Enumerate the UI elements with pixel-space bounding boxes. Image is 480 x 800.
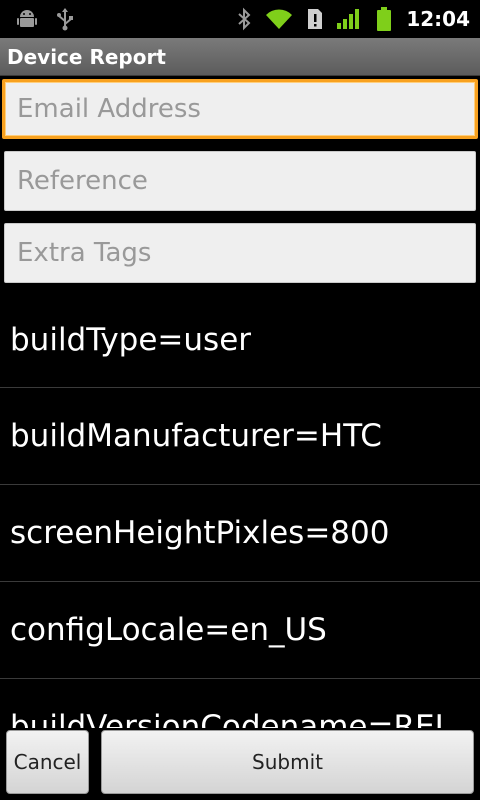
battery-icon (374, 6, 394, 32)
signal-icon (336, 7, 362, 31)
device-info-list[interactable]: buildType=user buildManufacturer=HTC scr… (0, 292, 480, 728)
button-bar: Cancel Submit (0, 728, 480, 800)
bluetooth-icon (236, 7, 252, 31)
page-title: Device Report (7, 44, 166, 69)
list-item: buildType=user (0, 292, 480, 388)
wifi-icon (264, 7, 294, 31)
status-bar: 12:04 (0, 0, 480, 38)
list-item: configLocale=en_US (0, 582, 480, 679)
android-debug-icon (16, 8, 38, 30)
reference-field[interactable] (4, 151, 476, 211)
notification-alert-icon (306, 7, 324, 31)
title-bar: Device Report (0, 38, 480, 76)
status-clock: 12:04 (406, 7, 470, 31)
list-item: buildVersionCodename=REL (0, 679, 480, 728)
usb-icon (56, 7, 74, 31)
email-field[interactable] (2, 79, 478, 139)
submit-button[interactable]: Submit (101, 730, 474, 794)
list-item: buildManufacturer=HTC (0, 388, 480, 485)
cancel-button[interactable]: Cancel (6, 730, 89, 794)
extra-tags-field[interactable] (4, 223, 476, 283)
list-item: screenHeightPixles=800 (0, 485, 480, 582)
